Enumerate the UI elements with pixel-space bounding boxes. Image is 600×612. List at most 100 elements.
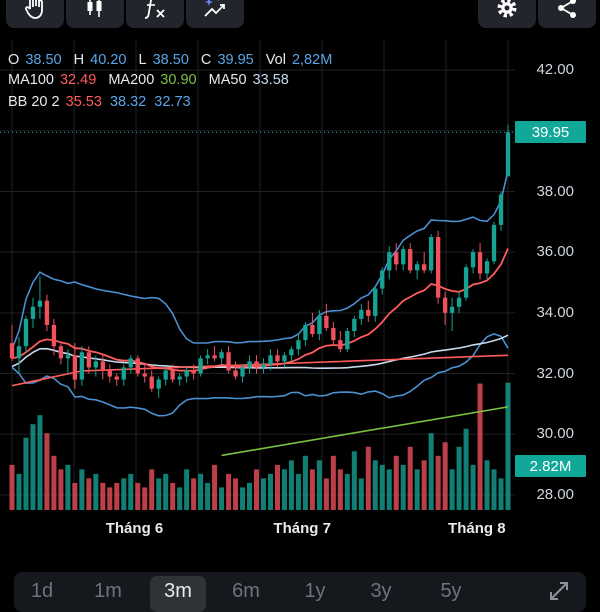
volume-bar [58, 469, 64, 510]
candle-body [261, 364, 266, 368]
volume-bar [379, 464, 385, 510]
volume-bar [156, 478, 162, 510]
candle-body [128, 358, 133, 368]
bb-legend: BB 20 2 35.53 38.32 32.73 [8, 93, 191, 111]
candle-body [387, 252, 392, 271]
candle [477, 243, 483, 280]
candle [303, 321, 308, 347]
candle [261, 358, 266, 374]
range-tab-3y[interactable]: 3y [356, 576, 406, 612]
volume-bar [240, 487, 246, 510]
candle-body [380, 270, 385, 289]
settings-button[interactable] [478, 0, 536, 28]
toolbar-hand-button[interactable] [6, 0, 64, 28]
volume-bar [198, 473, 204, 510]
hand-icon [25, 0, 43, 19]
high-label: H [73, 52, 85, 68]
volume-bar [253, 469, 260, 510]
range-tab-1d[interactable]: 1d [26, 576, 58, 612]
volume-bar [16, 473, 22, 510]
candle [156, 376, 161, 398]
ma100-value: 32.49 [59, 72, 97, 88]
candle [456, 291, 462, 313]
volume-bar [72, 482, 78, 510]
candle-body [422, 264, 427, 271]
volume-bar [477, 383, 483, 510]
candle-body [23, 318, 29, 347]
candle [366, 300, 371, 322]
candle [422, 252, 427, 274]
candle-body [268, 355, 273, 365]
ma100-label: MA100 [8, 72, 54, 88]
volume-bar [65, 464, 71, 510]
toolbar-candle-button[interactable] [66, 0, 124, 28]
candle [324, 303, 329, 332]
price-tick-label: 30.00 [536, 425, 574, 443]
candle-body [428, 237, 434, 271]
candle [233, 361, 238, 380]
volume-bar [267, 473, 273, 510]
candle [484, 258, 490, 280]
price-tick-label: 28.00 [536, 485, 574, 503]
price-tick-label: 42.00 [536, 61, 574, 79]
volume-bar [386, 469, 392, 510]
stock-chart[interactable] [0, 0, 600, 600]
volume-bar [205, 482, 211, 510]
candle-body [442, 297, 448, 313]
candle-body [149, 376, 154, 389]
candle [177, 373, 182, 386]
candle-body [142, 373, 147, 377]
candle-body [205, 355, 210, 359]
candle-body [491, 224, 497, 262]
candle-body [449, 306, 455, 313]
volume-bar [400, 464, 406, 510]
share-icon [558, 0, 576, 18]
volume-bar [121, 478, 127, 510]
volume-bar [414, 469, 420, 510]
candle [198, 355, 203, 377]
volume-bar [435, 455, 441, 510]
candle-body [303, 324, 308, 341]
candle [9, 324, 15, 362]
candle-body [79, 352, 85, 380]
candle-body [184, 370, 189, 377]
candle [449, 297, 455, 332]
volume-bar [456, 446, 462, 510]
candle-body [240, 367, 245, 377]
candle [463, 264, 469, 301]
volume-bar [442, 442, 448, 510]
time-tick-label: Tháng 6 [105, 520, 164, 537]
candle-body [394, 252, 399, 265]
ma200-label: MA200 [108, 72, 155, 88]
open-value: 38.50 [25, 52, 62, 68]
volume-bar [37, 415, 43, 510]
range-tab-5y[interactable]: 5y [424, 576, 478, 612]
bb-label: BB 20 2 [8, 94, 60, 110]
volume-bar [393, 455, 399, 510]
expand-icon[interactable] [546, 578, 572, 604]
range-tab-1y[interactable]: 1y [290, 576, 340, 612]
open-label: O [8, 52, 20, 68]
share-button[interactable] [538, 0, 596, 28]
candle-body [282, 355, 287, 362]
candle [107, 364, 112, 383]
volume-bar [463, 428, 469, 510]
volume-bar [100, 482, 106, 510]
close-value: 39.95 [217, 52, 254, 68]
volume-bar [191, 478, 197, 510]
candle-body [331, 328, 336, 341]
bb-mid-value: 38.32 [109, 94, 147, 110]
volume-bar [428, 433, 434, 510]
candle-body [435, 237, 441, 298]
range-tab-6m[interactable]: 6m [218, 576, 274, 612]
candle [142, 364, 147, 383]
toolbar-function-button[interactable] [126, 0, 184, 28]
candle [310, 312, 315, 338]
range-tab-1m[interactable]: 1m [82, 576, 134, 612]
range-tab-3m[interactable]: 3m [150, 576, 206, 612]
toolbar-magic-button[interactable] [186, 0, 244, 28]
candle-body [408, 249, 413, 271]
price-tick-label: 34.00 [536, 303, 574, 321]
volume-bar [344, 473, 350, 510]
time-tick-label: Tháng 8 [448, 520, 506, 537]
